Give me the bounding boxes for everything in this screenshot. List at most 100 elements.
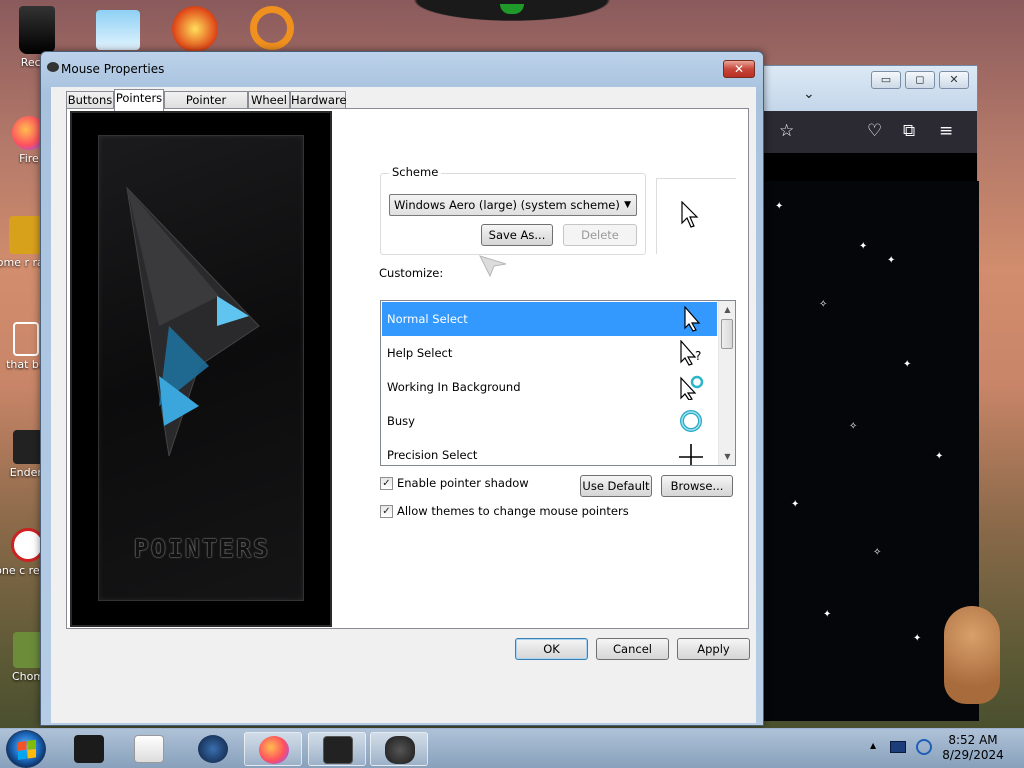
- star-decoration: ✦: [859, 241, 868, 252]
- mouse-icon: [47, 62, 59, 72]
- ok-button[interactable]: OK: [515, 638, 588, 660]
- star-decoration: ✦: [823, 609, 832, 620]
- taskbar-clock[interactable]: 8:52 AM 8/29/2024: [938, 733, 1008, 763]
- taskbar-item[interactable]: [370, 732, 428, 766]
- taskbar-item[interactable]: [184, 732, 242, 766]
- help-cursor-icon: ?: [680, 340, 701, 366]
- list-item[interactable]: Help Select ?: [382, 336, 717, 370]
- busy-cursor-icon: [680, 410, 702, 432]
- app-icon: [13, 430, 43, 464]
- working-cursor-icon: [680, 375, 704, 400]
- mouse-icon: [385, 736, 415, 764]
- clock-date: 8/29/2024: [942, 748, 1004, 762]
- browser-titlebar: ⌄ ▭ ◻ ✕: [763, 66, 977, 111]
- star-decoration: ✦: [903, 359, 912, 370]
- list-item[interactable]: Working In Background: [382, 370, 717, 404]
- clipboard-icon: [13, 322, 39, 356]
- dialog-body: Buttons Pointers Pointer Options Wheel H…: [51, 87, 756, 723]
- star-decoration: ✦: [913, 633, 922, 644]
- chevron-down-icon: ▼: [624, 200, 631, 210]
- scroll-up-arrow-icon[interactable]: ▲: [719, 301, 735, 318]
- app-icon[interactable]: [172, 6, 218, 52]
- artwork-frame: POINTERS: [98, 135, 304, 601]
- close-button[interactable]: ✕: [723, 60, 755, 78]
- customize-label: Customize:: [379, 266, 444, 280]
- desktop-wallpaper-device: [400, 0, 624, 24]
- mouse-properties-dialog[interactable]: Mouse Properties ✕ Buttons Pointers Poin…: [40, 51, 764, 726]
- browser-toolbar: ☆ ♡ ⧉ ≡: [763, 111, 977, 153]
- use-default-button[interactable]: Use Default: [580, 475, 652, 497]
- network-icon[interactable]: [890, 741, 906, 753]
- menu-icon[interactable]: ≡: [939, 121, 953, 141]
- browse-button[interactable]: Browse...: [661, 475, 733, 497]
- start-button[interactable]: [6, 730, 46, 768]
- apply-button[interactable]: Apply: [677, 638, 750, 660]
- taskbar: ▲ 8:52 AM 8/29/2024: [0, 728, 1024, 768]
- pointers-artwork: POINTERS: [70, 111, 332, 627]
- dialog-title: Mouse Properties: [61, 62, 165, 76]
- crosshair-cursor-icon: [679, 444, 703, 465]
- scheme-value: Windows Aero (large) (system scheme): [394, 198, 620, 212]
- minimize-button[interactable]: ▭: [871, 71, 901, 89]
- scheme-group: Scheme Windows Aero (large) (system sche…: [380, 165, 646, 255]
- cursor-row-label: Busy: [387, 414, 415, 428]
- checkbox-label: Allow themes to change mouse pointers: [397, 504, 629, 518]
- cursor-row-label: Precision Select: [387, 448, 478, 462]
- list-item[interactable]: Precision Select: [382, 438, 717, 465]
- chevron-down-icon[interactable]: ⌄: [803, 86, 815, 102]
- pointers-tab-panel: POINTERS Scheme Windows Aero (large) (sy…: [66, 108, 749, 629]
- windows-logo-icon: [18, 739, 36, 761]
- folder-icon[interactable]: [96, 10, 140, 50]
- pocket-icon[interactable]: ♡: [867, 121, 882, 141]
- recycle-bin-icon: [19, 6, 55, 54]
- extensions-icon[interactable]: ⧉: [903, 121, 915, 141]
- delete-button[interactable]: Delete: [563, 224, 637, 246]
- taskbar-item[interactable]: [120, 732, 178, 766]
- cursor-row-label: Working In Background: [387, 380, 521, 394]
- firefox-icon: [259, 736, 289, 764]
- arrow-cursor-icon: [684, 306, 701, 332]
- app-icon: [323, 736, 353, 764]
- star-decoration: ✦: [791, 499, 800, 510]
- cursor-list[interactable]: Normal Select Help Select ? Working In B…: [380, 300, 736, 466]
- checkbox-check-icon: ✓: [380, 505, 393, 518]
- star-decoration: ✦: [935, 451, 944, 462]
- scroll-down-arrow-icon[interactable]: ▼: [719, 448, 735, 465]
- list-item[interactable]: Normal Select: [382, 302, 717, 336]
- star-decoration: ✧: [873, 547, 882, 558]
- artwork-title: POINTERS: [133, 534, 271, 563]
- star-decoration: ✦: [775, 201, 784, 212]
- taskbar-item[interactable]: [308, 732, 366, 766]
- sync-icon[interactable]: [916, 739, 932, 755]
- close-button[interactable]: ✕: [939, 71, 969, 89]
- cursor-preview: [656, 178, 736, 254]
- scheme-dropdown[interactable]: Windows Aero (large) (system scheme) ▼: [389, 194, 637, 216]
- hamster-sticker: [944, 606, 1000, 704]
- show-hidden-icons-button[interactable]: ▲: [870, 741, 876, 750]
- cancel-button[interactable]: Cancel: [596, 638, 669, 660]
- taskbar-item[interactable]: [60, 732, 118, 766]
- arrow-cursor-icon: [681, 201, 699, 228]
- device-led: [500, 4, 524, 14]
- tab-pointers[interactable]: Pointers: [114, 89, 164, 111]
- media-player-icon: [134, 735, 164, 763]
- clock-time: 8:52 AM: [948, 733, 998, 747]
- list-item[interactable]: Busy: [382, 404, 717, 438]
- scheme-legend: Scheme: [389, 165, 442, 179]
- taskbar-item[interactable]: [244, 732, 302, 766]
- svg-text:?: ?: [695, 349, 701, 363]
- app-icon: [198, 735, 228, 763]
- cursor-shadow-icon: [479, 255, 507, 278]
- search-icon[interactable]: [250, 6, 294, 50]
- checkbox-check-icon: ✓: [380, 477, 393, 490]
- app-icon: [13, 632, 43, 668]
- list-scrollbar[interactable]: ▲ ▼: [718, 301, 735, 465]
- star-icon[interactable]: ☆: [779, 121, 794, 141]
- star-decoration: ✧: [819, 299, 828, 310]
- star-decoration: ✦: [887, 255, 896, 266]
- star-decoration: ✧: [849, 421, 858, 432]
- scroll-thumb[interactable]: [721, 319, 733, 349]
- save-as-button[interactable]: Save As...: [481, 224, 553, 246]
- maximize-button[interactable]: ◻: [905, 71, 935, 89]
- cursor-row-label: Normal Select: [387, 312, 468, 326]
